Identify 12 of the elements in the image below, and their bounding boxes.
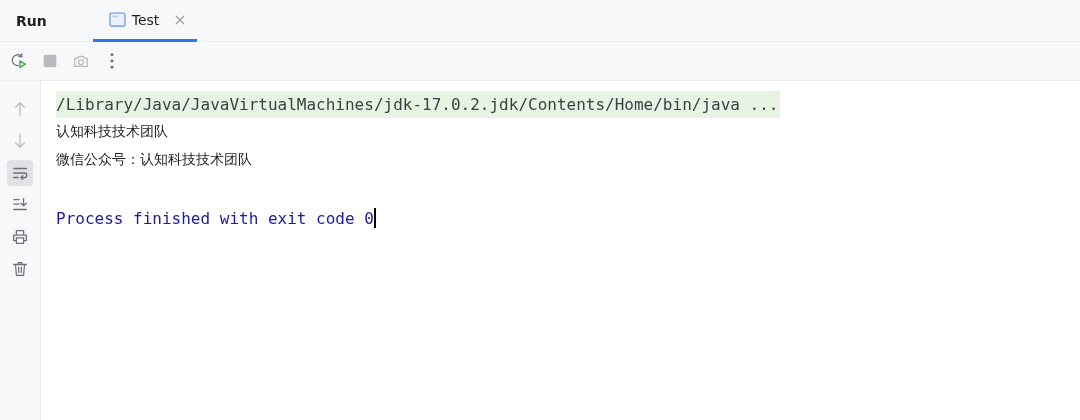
exit-message: Process finished with exit code 0 — [56, 208, 374, 228]
rerun-icon — [10, 52, 28, 70]
stop-icon — [41, 52, 59, 70]
window-icon — [108, 12, 126, 27]
output-line: 认知科技技术团队 — [56, 123, 168, 141]
printer-icon — [11, 228, 29, 246]
close-icon[interactable] — [175, 14, 186, 25]
more-icon — [110, 53, 114, 69]
panel-title: Run — [16, 11, 47, 31]
soft-wrap-button[interactable] — [7, 160, 33, 186]
trash-icon — [11, 260, 29, 278]
output-line: 微信公众号：认知科技技术团队 — [56, 151, 252, 169]
